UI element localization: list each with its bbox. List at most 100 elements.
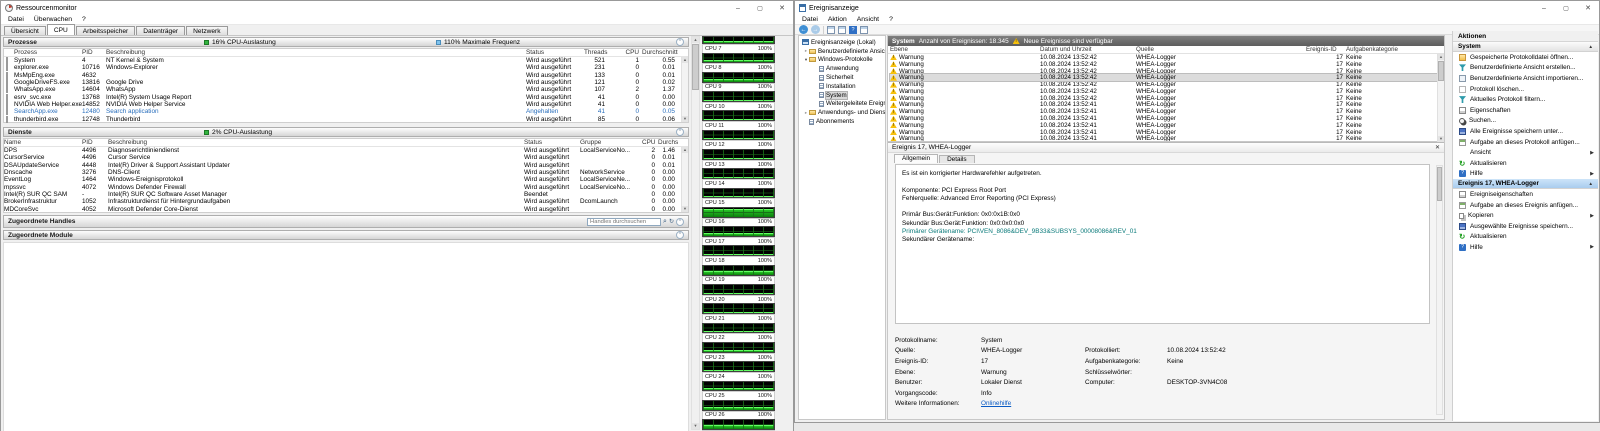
checkbox-cell[interactable] [4,108,14,116]
processes-table-header[interactable]: Prozess PID Beschreibung Status Threads CPU Du… [4,49,688,57]
back-icon[interactable] [799,25,808,34]
rm-tab[interactable]: Netzwerk [186,26,228,35]
actions-group-header[interactable]: System [1453,42,1598,52]
search-icon[interactable] [663,218,667,226]
tree-item-anwendung[interactable]: Anwendung [799,64,885,73]
event-column-header[interactable]: Ebene [890,46,1040,53]
ev-menu-item[interactable]: Aktion [823,16,852,23]
action-item[interactable]: Aktualisieren [1453,158,1598,169]
service-row[interactable]: Intel(R) SUR QC SAM - Intel(R) SUR QC Soft… [4,191,688,198]
collapse-arrow-icon[interactable] [1589,44,1593,49]
action-item[interactable]: Benutzerdefinierte Ansicht importieren..… [1453,73,1598,84]
tree-item-system[interactable]: System [799,90,885,100]
action-pane-icon[interactable] [860,25,868,34]
process-row[interactable]: thunderbird.exe 12748 Thunderbird Wird ausg… [4,115,688,123]
refresh-icon[interactable] [669,218,674,226]
tree-item-root[interactable]: Ereignisanzeige (Lokal) [799,38,885,47]
service-row[interactable]: EventLog 1464 Windows-Ereignisprotokoll Wir… [4,176,688,183]
action-item[interactable]: Hilfe [1453,242,1598,253]
service-row[interactable]: Dnscache 3276 DNS-Client Wird ausgeführt Net… [4,169,688,176]
rm-maximize-button[interactable] [749,1,771,15]
checkbox-cell[interactable] [4,100,14,108]
action-item[interactable]: Aktualisieren [1453,232,1598,243]
event-detail-scrollbar[interactable] [1436,165,1443,415]
processes-section-header[interactable]: Prozesse 16% CPU-Auslastung 110% Maximal… [3,37,689,47]
checkbox[interactable] [6,108,8,116]
ev-menu-item[interactable]: Datei [797,16,823,23]
rm-menu-item[interactable]: Datei [3,16,29,23]
service-row[interactable]: MDCoreSvc 4052 Microsoft Defender Core-Die… [4,205,688,213]
checkbox[interactable] [6,93,8,101]
ev-titlebar[interactable]: Ereignisanzeige [795,1,1599,15]
action-item[interactable]: Kopieren [1453,210,1598,221]
tree-item-sicherheit[interactable]: Sicherheit [799,73,885,82]
rm-minimize-button[interactable] [727,1,749,15]
field-value[interactable]: Onlinehilfe [981,400,1085,407]
action-item[interactable]: Suchen... [1453,116,1598,127]
process-row[interactable]: NVIDIA Web Helper.exe 14852 NVIDIA Web Hel… [4,100,688,108]
process-row[interactable]: SearchApp.exe 12480 Search application Ange… [4,108,688,116]
handles-section-header[interactable]: Zugeordnete Handles [3,215,689,228]
scrollbar-thumb[interactable] [1437,167,1442,201]
checkbox-cell[interactable] [4,115,14,123]
scroll-down-icon[interactable] [692,423,699,429]
modules-section-header[interactable]: Zugeordnete Module [3,230,689,240]
collapse-chevron-icon[interactable] [676,128,684,136]
action-item[interactable]: Ereigniseigenschaften [1453,189,1598,200]
tree-item-installation[interactable]: Installation [799,82,885,91]
scroll-up-icon[interactable] [682,147,688,153]
checkbox-cell[interactable] [4,79,14,87]
action-item[interactable]: Aufgabe an dieses Protokoll anfügen... [1453,137,1598,148]
checkbox-cell[interactable] [4,71,14,79]
event-column-header[interactable]: Ereignis-ID [1306,46,1346,53]
scrollbar-thumb[interactable] [692,44,699,90]
event-column-header[interactable]: Quelle [1136,46,1306,53]
checkbox[interactable] [6,86,8,94]
event-column-header[interactable]: Aufgabenkategorie [1346,46,1434,53]
tree-item-weitergeleitete-ereignisse[interactable]: Weitergeleitete Ereignisse [799,100,885,109]
ev-minimize-button[interactable] [1533,1,1555,15]
event-list-columns[interactable]: Ebene Datum und Uhrzeit Quelle Ereignis-ID A… [888,46,1444,54]
scroll-up-icon[interactable] [682,57,688,63]
action-item[interactable]: Gespeicherte Protokolldatei öffnen... [1453,52,1598,63]
action-item[interactable]: Aufgabe an dieses Ereignis anfügen... [1453,200,1598,211]
action-item[interactable]: Eigenschaften [1453,105,1598,116]
action-item[interactable]: Protokoll löschen... [1453,84,1598,95]
detail-tab-details[interactable]: Details [939,155,975,163]
checkbox-cell[interactable] [4,86,14,94]
action-item[interactable]: Hilfe [1453,169,1598,180]
ev-menu-item[interactable]: Ansicht [852,16,884,23]
checkbox-cell[interactable] [4,57,14,65]
rm-close-button[interactable] [771,1,793,15]
checkbox[interactable] [6,64,8,72]
service-row[interactable]: mpssvc 4072 Windows Defender Firewall Wird … [4,183,688,191]
event-column-header[interactable]: Datum und Uhrzeit [1040,46,1136,53]
action-item[interactable]: Ausgewählte Ereignisse speichern... [1453,221,1598,232]
help-icon[interactable] [849,25,857,34]
scrollbar-thumb[interactable] [1438,61,1444,81]
action-item[interactable]: Ansicht [1453,147,1598,158]
actions-group-header[interactable]: Ereignis 17, WHEA-Logger [1453,179,1598,190]
services-section-header[interactable]: Dienste 2% CPU-Auslastung [3,127,689,137]
rm-menu-item[interactable]: Überwachen [29,16,77,23]
action-item[interactable]: Aktuelles Protokoll filtern... [1453,94,1598,105]
rm-tab[interactable]: Datenträger [136,26,186,35]
checkbox[interactable] [6,79,8,87]
close-icon[interactable] [1435,144,1440,151]
service-row[interactable]: DSAUpdateService 4448 Intel(R) Driver & Su… [4,162,688,169]
collapse-chevron-icon[interactable] [676,38,684,46]
checkbox[interactable] [6,71,8,79]
forward-icon[interactable] [811,25,820,34]
process-row[interactable]: esrv_svc.exe 13768 Intel(R) System Usage R… [4,93,688,101]
rm-tab[interactable]: CPU [46,24,75,35]
collapse-chevron-icon[interactable] [676,217,684,226]
rm-vertical-scrollbar[interactable] [691,36,700,430]
rm-menu-item[interactable]: ? [77,16,91,23]
process-row[interactable]: MsMpEng.exe 4632 Wird ausgeführt 133 0 0.01 [4,71,688,79]
checkbox[interactable] [6,100,8,108]
checkbox-cell[interactable] [4,64,14,72]
action-item[interactable]: Benutzerdefinierte Ansicht erstellen... [1453,63,1598,74]
rm-tab[interactable]: Arbeitsspeicher [75,26,136,35]
rm-titlebar[interactable]: Ressourcenmonitor [1,1,793,15]
scroll-down-icon[interactable] [682,116,688,122]
